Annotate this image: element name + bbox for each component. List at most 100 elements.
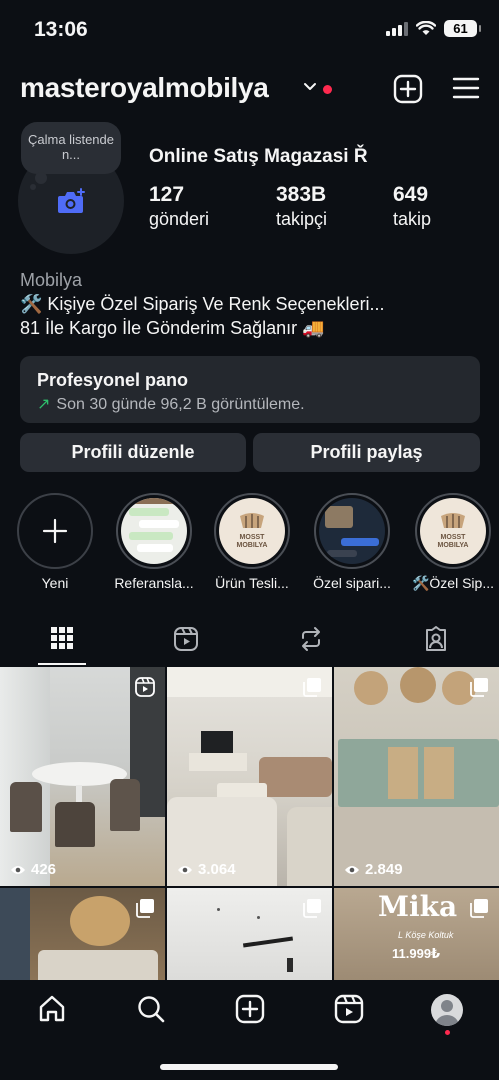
highlight-cover-logo: MOSST MOBILYA: [219, 498, 285, 564]
tagged-icon[interactable]: [423, 626, 449, 652]
highlight-label: Yeni: [41, 575, 69, 591]
username[interactable]: masteroyalmobilya: [20, 72, 269, 104]
display-name: Online Satış Magazasi Ř: [149, 146, 368, 167]
view-count: 426: [10, 861, 56, 878]
home-indicator: [160, 1064, 338, 1070]
stat-followers[interactable]: 383B takipçi: [276, 183, 327, 230]
battery-indicator: 61: [444, 20, 481, 37]
bio-line-2: 81 İle Kargo İle Gönderim Sağlanır 🚚: [20, 318, 325, 338]
logo-text: MOSST: [440, 534, 466, 541]
view-count: 2.849: [344, 861, 403, 878]
highlight-label: Referansla...: [114, 575, 194, 591]
highlight-special[interactable]: MOSST MOBILYA 🛠️Özel Sip...: [408, 493, 498, 592]
brand-logo: MOSST MOBILYA: [219, 498, 285, 564]
eye-icon: [345, 865, 359, 874]
brand-logo: MOSST MOBILYA: [420, 498, 486, 564]
highlight-ring: MOSST MOBILYA: [415, 493, 491, 569]
menu-icon[interactable]: [452, 76, 480, 100]
stat-posts-label: gönderi: [149, 209, 210, 229]
post-thumbnail[interactable]: [0, 888, 165, 980]
stat-followers-label: takipçi: [276, 209, 328, 229]
search-icon[interactable]: [136, 994, 166, 1024]
bottom-nav: [0, 980, 499, 1080]
carousel-badge-icon: [470, 678, 488, 697]
stat-posts-value: 127: [149, 183, 185, 206]
highlight-cover-chat-dark: [319, 498, 385, 564]
highlight-label: Özel sipari...: [313, 575, 391, 591]
bio-line-1: 🛠️ Kişiye Özel Sipariş Ve Renk Seçenekle…: [20, 294, 385, 314]
post-subtitle: L Köşe Koltuk: [398, 930, 454, 940]
post-thumbnail[interactable]: Mika L Köşe Koltuk 11.999₺: [334, 888, 499, 980]
signal-icon: [386, 21, 408, 36]
chair-logo-icon: [240, 513, 264, 528]
highlight-ring: MOSST MOBILYA: [214, 493, 290, 569]
status-icons: 61: [386, 20, 481, 37]
create-icon[interactable]: [235, 994, 265, 1024]
reposts-icon[interactable]: [298, 626, 324, 652]
post-thumbnail[interactable]: [167, 888, 332, 980]
highlight-label: 🛠️Özel Sip...: [411, 575, 494, 591]
highlight-custom-orders[interactable]: Özel sipari...: [312, 493, 392, 591]
dashboard-subtitle-text: Son 30 günde 96,2 B görüntüleme.: [56, 396, 305, 413]
note-bubble[interactable]: Çalma listende n...: [21, 122, 121, 190]
category-label: Mobilya: [20, 270, 83, 290]
eye-icon: [11, 865, 25, 874]
home-icon[interactable]: [37, 994, 67, 1024]
logo-text: MOBILYA: [236, 542, 268, 549]
highlight-new[interactable]: Yeni: [15, 493, 95, 591]
story-highlights: Yeni Referansla... MOSST MOBILYA Ürün Te…: [0, 493, 499, 603]
trend-up-icon: ↗: [37, 396, 51, 413]
reels-icon[interactable]: [173, 626, 199, 652]
highlight-label: Ürün Tesli...: [215, 575, 289, 591]
reel-badge-icon: [135, 677, 155, 697]
professional-dashboard[interactable]: Profesyonel pano ↗ Son 30 günde 96,2 B gö…: [20, 356, 480, 423]
profile-avatar-icon: [435, 1000, 459, 1026]
create-post-icon[interactable]: [393, 74, 423, 104]
post-thumbnail[interactable]: 2.849: [334, 667, 499, 886]
add-photo-icon: [58, 188, 85, 213]
post-thumbnail[interactable]: 426: [0, 667, 165, 886]
notification-dot: [445, 1030, 450, 1035]
logo-text: MOBILYA: [437, 542, 469, 549]
highlight-delivery[interactable]: MOSST MOBILYA Ürün Tesli...: [212, 493, 292, 591]
chevron-down-icon[interactable]: [303, 82, 317, 92]
stat-posts[interactable]: 127 gönderi: [149, 183, 209, 230]
profile-icon[interactable]: [431, 994, 463, 1026]
notification-dot: [323, 85, 332, 94]
profile-header: masteroyalmobilya: [0, 68, 499, 112]
view-count-value: 2.849: [365, 861, 403, 878]
plus-icon: [42, 518, 68, 544]
post-grid: 426 3.064 2.849 Mika L Köşe Koltuk 11.99…: [0, 667, 499, 980]
stat-following[interactable]: 649 takip: [393, 183, 431, 230]
highlight-ring: [116, 493, 192, 569]
post-thumbnail[interactable]: 3.064: [167, 667, 332, 886]
content-tabs: [0, 618, 499, 666]
share-profile-button[interactable]: Profili paylaş: [253, 433, 480, 472]
status-time: 13:06: [34, 18, 88, 41]
logo-text: MOSST: [239, 534, 265, 541]
stat-followers-value: 383B: [276, 183, 327, 206]
highlight-ring: [314, 493, 390, 569]
grid-icon[interactable]: [50, 626, 74, 650]
chair-logo-icon: [441, 513, 465, 528]
highlight-cover-logo: MOSST MOBILYA: [420, 498, 486, 564]
highlight-new-ring: [17, 493, 93, 569]
edit-profile-button[interactable]: Profili düzenle: [20, 433, 246, 472]
highlight-cover-chat: [121, 498, 187, 564]
view-count: 3.064: [177, 861, 236, 878]
carousel-badge-icon: [136, 899, 154, 918]
post-price: 11.999₺: [392, 946, 441, 961]
eye-icon: [178, 865, 192, 874]
active-tab-indicator: [38, 663, 86, 665]
status-bar: 13:06 61: [0, 0, 499, 60]
stat-following-value: 649: [393, 183, 429, 206]
dashboard-subtitle: ↗ Son 30 günde 96,2 B görüntüleme.: [37, 394, 305, 414]
carousel-badge-icon: [470, 899, 488, 918]
reels-icon[interactable]: [334, 994, 364, 1024]
highlight-references[interactable]: Referansla...: [114, 493, 194, 591]
wifi-icon: [416, 21, 436, 35]
stat-following-label: takip: [393, 209, 432, 229]
bio: Mobilya 🛠️ Kişiye Özel Sipariş Ve Renk S…: [20, 268, 385, 340]
view-count-value: 3.064: [198, 861, 236, 878]
carousel-badge-icon: [303, 899, 321, 918]
